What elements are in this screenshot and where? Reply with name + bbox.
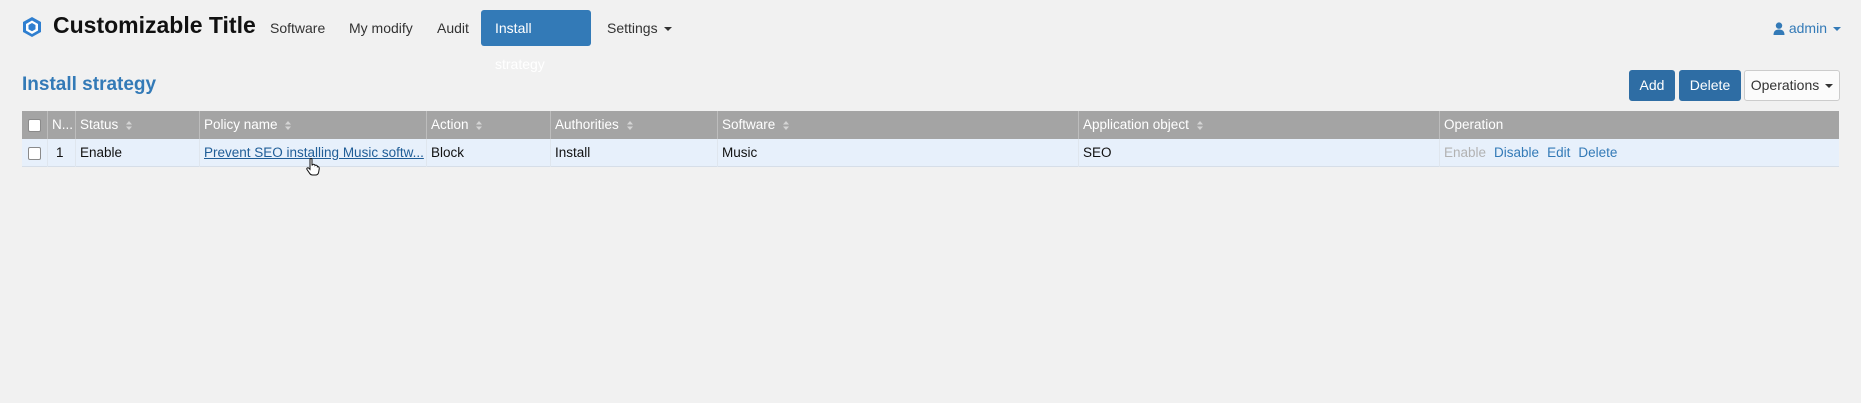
row-software: Music — [718, 139, 1079, 167]
header-policy-name[interactable]: Policy name — [200, 111, 427, 139]
header-number[interactable]: N... — [48, 111, 76, 139]
table-row[interactable]: 1 Enable Prevent SEO installing Music so… — [22, 139, 1839, 167]
row-action: Block — [427, 139, 551, 167]
header-software-label: Software — [722, 117, 776, 132]
header-select-cell — [22, 111, 48, 139]
nav-item-audit[interactable]: Audit — [423, 10, 483, 46]
row-status: Enable — [76, 139, 200, 167]
header-number-label: N... — [52, 117, 74, 132]
app-title: Customizable Title — [53, 12, 256, 38]
delete-link[interactable]: Delete — [1578, 145, 1617, 160]
sort-icon — [783, 120, 790, 130]
disable-link[interactable]: Disable — [1494, 145, 1539, 160]
header-application-object-label: Application object — [1083, 117, 1189, 132]
header-action[interactable]: Action — [427, 111, 551, 139]
row-select-cell — [22, 139, 48, 167]
operations-dropdown-button[interactable]: Operations — [1744, 70, 1840, 101]
header-policy-name-label: Policy name — [204, 117, 278, 132]
header-status[interactable]: Status — [76, 111, 200, 139]
sort-icon — [626, 120, 633, 130]
table-header: N... Status Policy name Action Authoriti… — [22, 111, 1839, 139]
page-title: Install strategy — [22, 74, 157, 95]
header-software[interactable]: Software — [718, 111, 1079, 139]
nav-item-settings[interactable]: Settings — [593, 10, 686, 46]
user-menu[interactable]: admin — [1773, 10, 1841, 46]
header-operation: Operation — [1440, 111, 1839, 139]
header-action-label: Action — [431, 117, 469, 132]
row-authorities: Install — [551, 139, 718, 167]
strategy-table: N... Status Policy name Action Authoriti… — [22, 111, 1839, 167]
enable-link: Enable — [1444, 145, 1487, 160]
header-operation-label: Operation — [1444, 117, 1504, 132]
row-checkbox[interactable] — [28, 147, 41, 160]
hand-cursor-icon — [306, 158, 320, 176]
header-authorities[interactable]: Authorities — [551, 111, 718, 139]
sort-icon — [126, 120, 133, 130]
user-name: admin — [1788, 20, 1827, 36]
delete-button[interactable]: Delete — [1679, 70, 1741, 101]
add-button[interactable]: Add — [1629, 70, 1675, 101]
row-number: 1 — [48, 139, 76, 167]
chevron-down-icon — [663, 27, 672, 32]
sort-icon — [476, 120, 483, 130]
chevron-down-icon — [1833, 27, 1841, 32]
row-operations: Enable Disable Edit Delete — [1440, 139, 1839, 167]
sort-icon — [285, 120, 292, 130]
operations-label: Operations — [1750, 77, 1820, 93]
select-all-checkbox[interactable] — [28, 119, 41, 132]
chevron-down-icon — [1825, 84, 1834, 89]
header-status-label: Status — [80, 117, 119, 132]
shield-logo-icon — [23, 17, 41, 37]
user-icon — [1773, 22, 1785, 35]
top-navbar: Customizable Title Software My modify Au… — [0, 0, 1861, 72]
nav-item-install-strategy[interactable]: Install strategy — [481, 10, 591, 72]
sort-icon — [1196, 120, 1203, 130]
header-authorities-label: Authorities — [555, 117, 619, 132]
nav-item-my-modify[interactable]: My modify — [335, 10, 427, 46]
nav-item-software[interactable]: Software — [256, 10, 339, 46]
nav-settings-label: Settings — [607, 20, 658, 36]
row-application-object: SEO — [1079, 139, 1440, 167]
edit-link[interactable]: Edit — [1547, 145, 1570, 160]
header-application-object[interactable]: Application object — [1079, 111, 1440, 139]
